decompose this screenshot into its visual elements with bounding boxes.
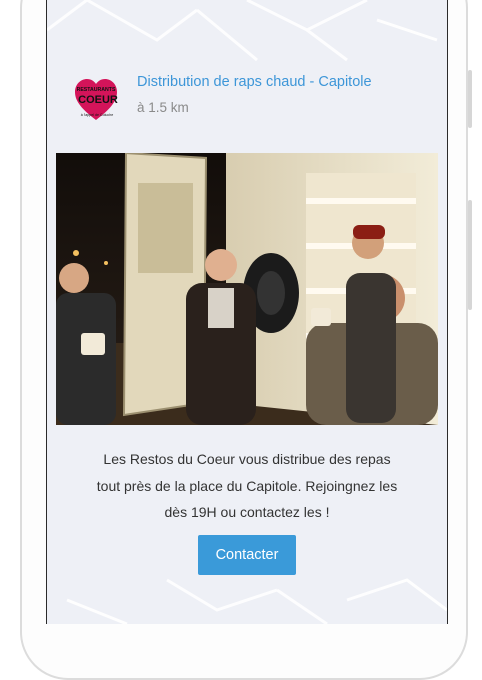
phone-side-button: [468, 200, 472, 310]
event-photo: [56, 153, 438, 425]
event-description: Les Restos du Coeur vous distribue des r…: [67, 446, 427, 526]
logo-text-sub: à l'appel de Coluche: [81, 113, 113, 117]
event-title[interactable]: Distribution de raps chaud - Capitole: [137, 74, 372, 90]
description-line: dès 19H ou contactez les !: [164, 504, 330, 520]
phone-side-button: [468, 70, 472, 128]
event-photo-illustration: [56, 153, 438, 425]
logo-text-top: RESTAURANTS: [77, 87, 116, 93]
restos-du-coeur-logo: RESTAURANTS COEUR à l'appel de Coluche: [75, 79, 118, 120]
description-line: Les Restos du Coeur vous distribue des r…: [103, 451, 391, 467]
event-distance: à 1.5 km: [137, 100, 189, 115]
description-line: tout près de la place du Capitole. Rejoi…: [96, 477, 398, 494]
card-header: RESTAURANTS COEUR à l'appel de Coluche D…: [71, 72, 437, 132]
app-screen: RESTAURANTS COEUR à l'appel de Coluche D…: [46, 0, 448, 624]
contact-button[interactable]: Contacter: [198, 535, 296, 575]
logo-text-main: COEUR: [78, 94, 118, 106]
